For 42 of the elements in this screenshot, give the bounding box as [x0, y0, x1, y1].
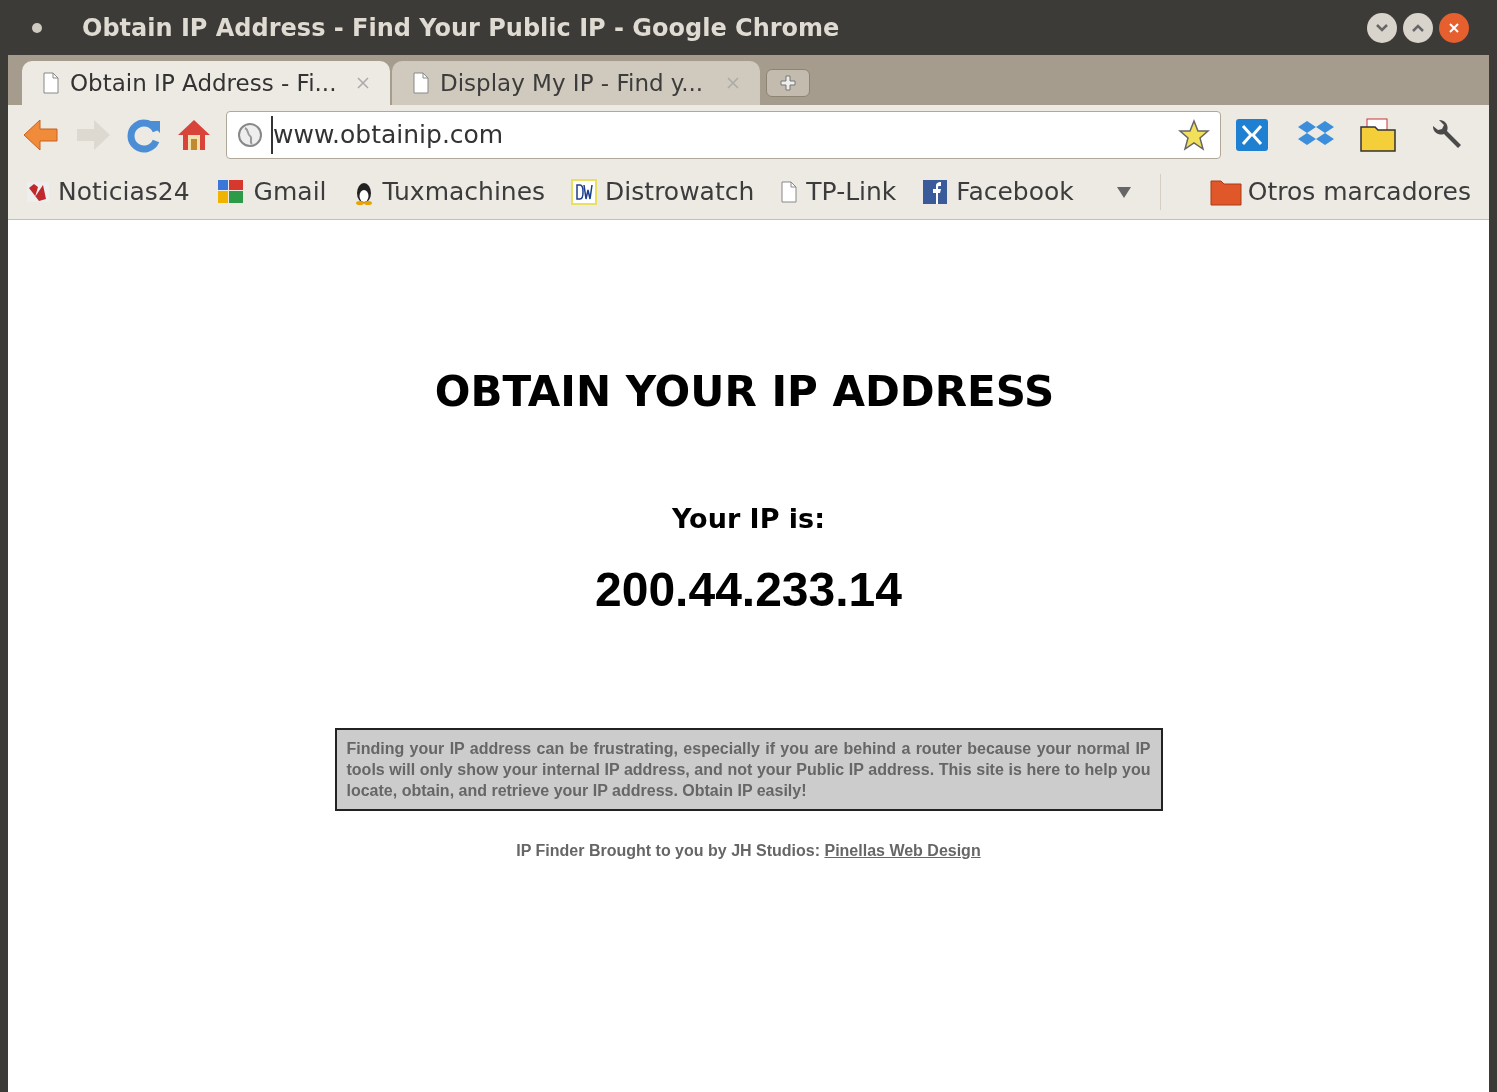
- bookmarks-dropdown[interactable]: [1115, 185, 1132, 199]
- ip-address: 200.44.233.14: [595, 561, 902, 618]
- bookmark[interactable]: TP-Link: [780, 173, 897, 211]
- other-bookmarks[interactable]: Otros marcadores: [1209, 173, 1471, 211]
- page-heading: OBTAIN YOUR IP ADDRESS: [434, 366, 1055, 418]
- back-icon[interactable]: [22, 117, 60, 153]
- extension-icon[interactable]: [1235, 118, 1269, 152]
- window-menu-icon[interactable]: [32, 22, 42, 33]
- facebook-icon: [922, 179, 949, 205]
- url-text: www.obtainip.com: [271, 116, 504, 154]
- folder-icon[interactable]: [1359, 117, 1397, 153]
- address-bar[interactable]: www.obtainip.com: [226, 111, 1221, 159]
- bookmark[interactable]: Gmail: [215, 173, 327, 211]
- home-icon[interactable]: [176, 117, 212, 153]
- folder-icon: [1209, 178, 1242, 206]
- bookmark[interactable]: Noticias24: [26, 173, 190, 211]
- bookmark[interactable]: Facebook: [922, 173, 1074, 211]
- bookmark[interactable]: Distrowatch: [571, 173, 755, 211]
- chevron-up-icon: [1411, 22, 1425, 33]
- info-box: Finding your IP address can be frustrating, especially if you are behind a router because your normal IP tools will only show your internal IP address, and not your Public IP address. This site is here to help you locate, obtain, and retrieve your IP address. Obtain IP easily!: [334, 727, 1163, 811]
- new-tab-button[interactable]: [766, 69, 810, 97]
- page-icon: [42, 72, 60, 94]
- browser-tab[interactable]: Display My IP - Find y...: [392, 61, 760, 105]
- star-icon[interactable]: [1178, 119, 1210, 151]
- page-icon: [780, 181, 799, 203]
- window-title: Obtain IP Address - Find Your Public IP - Google Chrome: [82, 12, 840, 44]
- minimize-button[interactable]: [1367, 12, 1397, 43]
- browser-tab[interactable]: Obtain IP Address - Fi...: [22, 61, 390, 105]
- credits-text: IP Finder Brought to you by JH Studios: Pinellas Web Design: [516, 840, 981, 861]
- bookmark[interactable]: Tuxmachines: [352, 173, 546, 211]
- page-icon: [412, 72, 430, 94]
- close-button[interactable]: [1439, 12, 1469, 43]
- maximize-button[interactable]: [1403, 12, 1433, 43]
- tab-title: Obtain IP Address - Fi...: [70, 68, 337, 98]
- ip-label: Your IP is:: [672, 502, 825, 536]
- credits-link[interactable]: Pinellas Web Design: [824, 841, 981, 859]
- reload-icon[interactable]: [126, 117, 162, 153]
- close-icon: [1448, 21, 1460, 34]
- tab-title: Display My IP - Find y...: [440, 68, 704, 98]
- plus-icon: [780, 75, 796, 91]
- chevron-down-icon: [1375, 22, 1389, 33]
- distro-icon: [571, 179, 598, 205]
